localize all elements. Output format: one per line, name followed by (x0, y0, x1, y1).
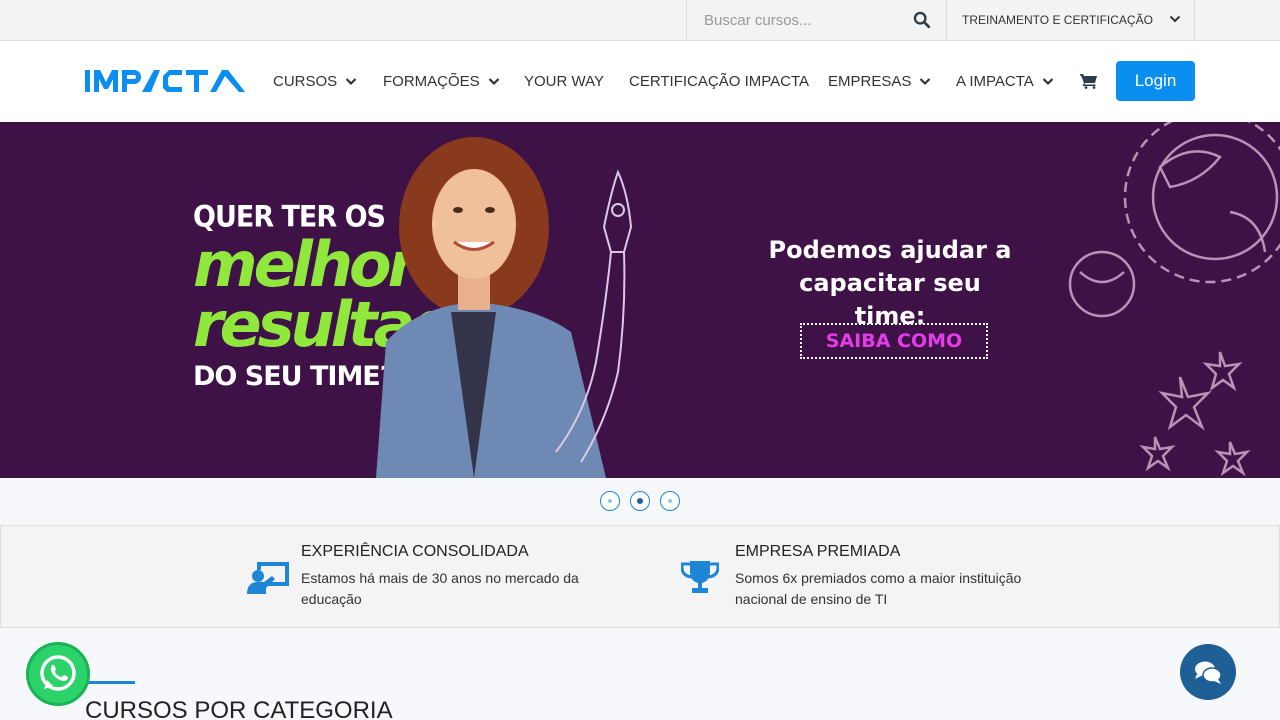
chevron-down-icon (920, 78, 931, 86)
search-icon[interactable] (913, 11, 931, 29)
slider-dots (600, 491, 680, 511)
slider-dot-1[interactable] (600, 491, 620, 511)
presentation-icon (247, 562, 289, 594)
nav-item-cursos[interactable]: CURSOS (273, 73, 357, 90)
whatsapp-button[interactable] (26, 642, 90, 706)
cart-icon[interactable] (1080, 73, 1098, 89)
nav-item-your-way[interactable]: YOUR WAY (524, 73, 604, 90)
nav-item-certificacao[interactable]: CERTIFICAÇÃO IMPACTA (629, 73, 809, 90)
globe-stars-decoration (1068, 122, 1280, 477)
login-button[interactable]: Login (1116, 61, 1195, 101)
feature-title: EMPRESA PREMIADA (735, 543, 901, 560)
search-box (686, 0, 947, 40)
chat-icon (1195, 661, 1222, 684)
impacta-logo[interactable] (85, 68, 245, 94)
nav-item-formacoes[interactable]: FORMAÇÕES (383, 73, 500, 90)
nav-item-label: FORMAÇÕES (383, 73, 480, 90)
section-accent-bar (85, 681, 135, 684)
chat-button[interactable] (1180, 644, 1236, 700)
hero-subtitle: Podemos ajudar a capacitar seu time: (768, 236, 1012, 330)
trophy-icon (681, 561, 719, 593)
top-bar: TREINAMENTO E CERTIFICAÇÃO (0, 0, 1280, 41)
hero-banner[interactable]: QUER TER OS melhores resultados DO SEU T… (0, 122, 1280, 478)
section-title: CURSOS POR CATEGORIA (85, 697, 393, 720)
main-navbar: CURSOS FORMAÇÕES YOUR WAY CERTIFICAÇÃO I… (0, 41, 1280, 122)
chevron-down-icon (345, 78, 357, 86)
chevron-down-icon (488, 78, 499, 86)
nav-item-label: A IMPACTA (956, 73, 1034, 90)
nav-item-label: CERTIFICAÇÃO IMPACTA (629, 73, 810, 90)
feature-title: EXPERIÊNCIA CONSOLIDADA (301, 543, 529, 560)
feature-text: Somos 6x premiados como a maior institui… (735, 570, 1022, 607)
whatsapp-icon (40, 655, 76, 691)
saiba-como-button[interactable]: SAIBA COMO (800, 323, 988, 359)
chevron-down-icon (1169, 15, 1181, 23)
training-menu[interactable]: TREINAMENTO E CERTIFICAÇÃO (947, 0, 1195, 40)
hero-person-image (376, 137, 633, 478)
nav-item-label: EMPRESAS (828, 73, 912, 90)
feature-text: Estamos há mais de 30 anos no mercado da… (301, 570, 579, 607)
chevron-down-icon (1042, 78, 1054, 86)
search-input[interactable] (687, 0, 907, 40)
nav-item-empresas[interactable]: EMPRESAS (828, 73, 931, 90)
nav-item-label: CURSOS (273, 73, 338, 90)
training-menu-label: TREINAMENTO E CERTIFICAÇÃO (962, 13, 1153, 27)
slider-dot-3[interactable] (660, 491, 680, 511)
slider-dot-2[interactable] (630, 491, 650, 511)
features-strip: EXPERIÊNCIA CONSOLIDADA Estamos há mais … (0, 525, 1280, 628)
nav-item-label: YOUR WAY (524, 73, 605, 90)
nav-item-a-impacta[interactable]: A IMPACTA (956, 73, 1054, 90)
